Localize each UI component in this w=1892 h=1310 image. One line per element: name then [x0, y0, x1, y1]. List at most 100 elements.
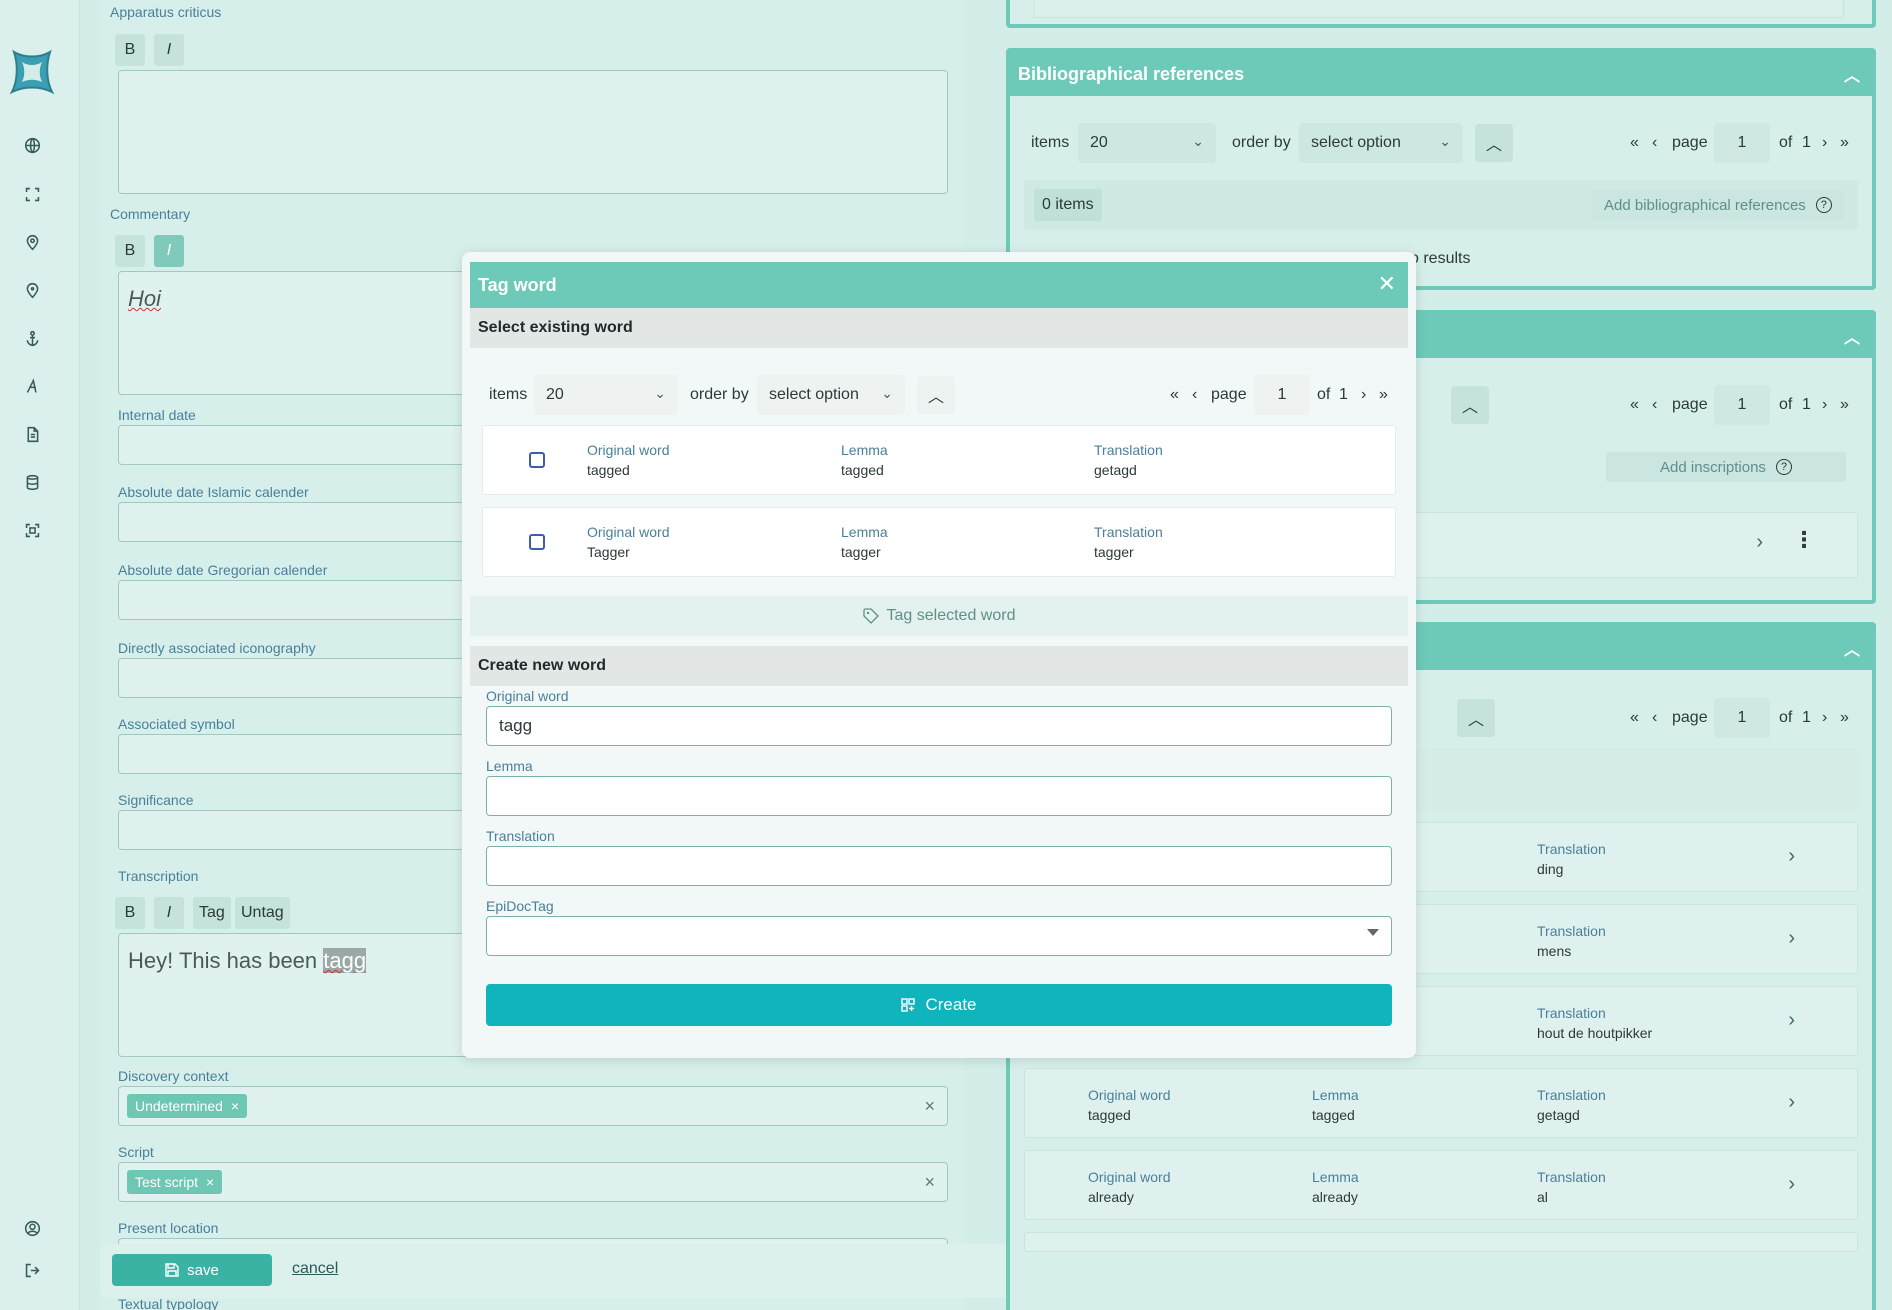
sort-direction-button[interactable]: ︿ [1475, 124, 1513, 162]
create-label: Create [925, 995, 977, 1014]
chevron-up-icon[interactable]: ︿ [1844, 62, 1860, 86]
lemma-label: Lemma [841, 442, 888, 458]
prev-page-icon[interactable]: ‹ [1652, 396, 1657, 414]
prev-page-icon[interactable]: ‹ [1652, 134, 1657, 152]
last-page-icon[interactable]: » [1379, 386, 1388, 404]
translation-value: getagd [1094, 462, 1137, 478]
map-marker-icon[interactable] [22, 280, 42, 300]
clear-icon[interactable]: × [924, 1172, 935, 1193]
prev-page-icon[interactable]: ‹ [1652, 709, 1657, 727]
close-icon[interactable]: ✕ [1378, 271, 1396, 297]
save-button[interactable]: save [112, 1254, 272, 1286]
lemma-label: Lemma [1312, 1087, 1359, 1103]
document-icon[interactable] [22, 424, 42, 444]
chevron-right-icon[interactable]: › [1788, 1009, 1795, 1032]
lemma-input[interactable] [486, 776, 1392, 816]
last-page-icon[interactable]: » [1840, 709, 1849, 727]
tag-selected-label: Tag selected word [886, 607, 1016, 624]
script-select[interactable]: Test script × × [118, 1162, 948, 1202]
bold-button[interactable]: B [115, 34, 145, 66]
help-icon[interactable]: ? [1775, 459, 1792, 475]
lemma-value: tagged [1312, 1107, 1355, 1123]
sort-direction-button[interactable]: ︿ [917, 376, 955, 414]
tag-button[interactable]: Tag [193, 897, 231, 929]
create-button[interactable]: Create [486, 984, 1392, 1026]
first-page-icon[interactable]: « [1630, 134, 1639, 152]
app-logo-icon[interactable] [6, 46, 58, 98]
logout-icon[interactable] [22, 1260, 42, 1280]
existing-word-row[interactable]: Original word Tagger Lemma tagger Transl… [482, 507, 1396, 577]
existing-word-row[interactable]: Original word tagged Lemma tagged Transl… [482, 425, 1396, 495]
items-per-page-select[interactable]: 20 ⌄ [1078, 123, 1216, 163]
order-by-select[interactable]: select option ⌄ [1299, 123, 1463, 163]
word-row[interactable]: Original word tagged Lemma tagged Transl… [1024, 1068, 1858, 1138]
discovery-chip: Undetermined × [127, 1094, 248, 1118]
database-icon[interactable] [22, 472, 42, 492]
chevron-right-icon[interactable]: › [1756, 531, 1763, 554]
epidoc-tag-select[interactable] [486, 916, 1392, 956]
user-circle-icon[interactable] [22, 1218, 42, 1238]
fullscreen-icon[interactable] [22, 520, 42, 540]
chip-remove-icon[interactable]: × [231, 1098, 239, 1114]
chip-remove-icon[interactable]: × [206, 1174, 214, 1190]
next-page-icon[interactable]: › [1361, 386, 1366, 404]
tag-selected-word-button[interactable]: Tag selected word [470, 596, 1408, 636]
add-bibliographical-references-button[interactable]: Add bibliographical references? [1592, 190, 1844, 220]
sort-direction-button[interactable]: ︿ [1457, 699, 1495, 737]
location-pin-icon[interactable] [22, 232, 42, 252]
first-page-icon[interactable]: « [1630, 396, 1639, 414]
top-panel-content [1034, 0, 1844, 18]
panel-header[interactable]: Bibliographical references ︿ [1010, 52, 1872, 96]
chevron-up-icon[interactable]: ︿ [1844, 324, 1860, 348]
script-letter-icon[interactable] [22, 376, 42, 396]
word-row[interactable]: Original word already Lemma already Tran… [1024, 1150, 1858, 1220]
help-icon[interactable]: ? [1815, 197, 1832, 213]
original-word-input[interactable]: tagg [486, 706, 1392, 746]
last-page-icon[interactable]: » [1840, 396, 1849, 414]
chevron-right-icon[interactable]: › [1788, 927, 1795, 950]
page-input[interactable]: 1 [1714, 698, 1770, 738]
chevron-right-icon[interactable]: › [1788, 1173, 1795, 1196]
page-input[interactable]: 1 [1714, 123, 1770, 163]
apparatus-editor[interactable] [118, 70, 948, 194]
save-label: save [187, 1261, 219, 1279]
select-checkbox[interactable] [529, 534, 545, 550]
page-input[interactable]: 1 [1714, 385, 1770, 425]
apparatus-label: Apparatus criticus [110, 4, 222, 20]
more-options-icon[interactable]: ⋮ [1793, 527, 1815, 553]
expand-icon[interactable] [22, 184, 42, 204]
chevron-up-icon[interactable]: ︿ [1844, 636, 1860, 660]
chevron-right-icon[interactable]: › [1788, 1091, 1795, 1114]
page-input[interactable]: 1 [1254, 375, 1310, 415]
bold-button[interactable]: B [115, 235, 145, 267]
italic-button[interactable]: I [154, 897, 184, 929]
cancel-link[interactable]: cancel [292, 1260, 338, 1278]
add-inscriptions-button[interactable]: Add inscriptions? [1606, 452, 1846, 482]
sort-direction-button[interactable]: ︿ [1451, 386, 1489, 424]
order-by-select[interactable]: select option ⌄ [757, 375, 905, 415]
next-page-icon[interactable]: › [1822, 134, 1827, 152]
clear-icon[interactable]: × [924, 1096, 935, 1117]
translation-input[interactable] [486, 846, 1392, 886]
translation-label: Translation [1094, 524, 1163, 540]
original-word-value: tagged [587, 462, 630, 478]
last-page-icon[interactable]: » [1840, 134, 1849, 152]
select-value: 20 [546, 386, 564, 403]
bold-button[interactable]: B [115, 897, 145, 929]
word-row[interactable] [1024, 1232, 1858, 1252]
chevron-right-icon[interactable]: › [1788, 845, 1795, 868]
items-per-page-select[interactable]: 20 ⌄ [534, 375, 678, 415]
transcription-selected-word[interactable]: tagg [323, 948, 367, 973]
select-checkbox[interactable] [529, 452, 545, 468]
first-page-icon[interactable]: « [1170, 386, 1179, 404]
globe-icon[interactable] [22, 135, 42, 155]
next-page-icon[interactable]: › [1822, 396, 1827, 414]
untag-button[interactable]: Untag [235, 897, 290, 929]
italic-button[interactable]: I [154, 34, 184, 66]
anchor-icon[interactable] [22, 328, 42, 348]
discovery-context-select[interactable]: Undetermined × × [118, 1086, 948, 1126]
first-page-icon[interactable]: « [1630, 709, 1639, 727]
prev-page-icon[interactable]: ‹ [1192, 386, 1197, 404]
next-page-icon[interactable]: › [1822, 709, 1827, 727]
italic-button[interactable]: I [154, 235, 184, 267]
